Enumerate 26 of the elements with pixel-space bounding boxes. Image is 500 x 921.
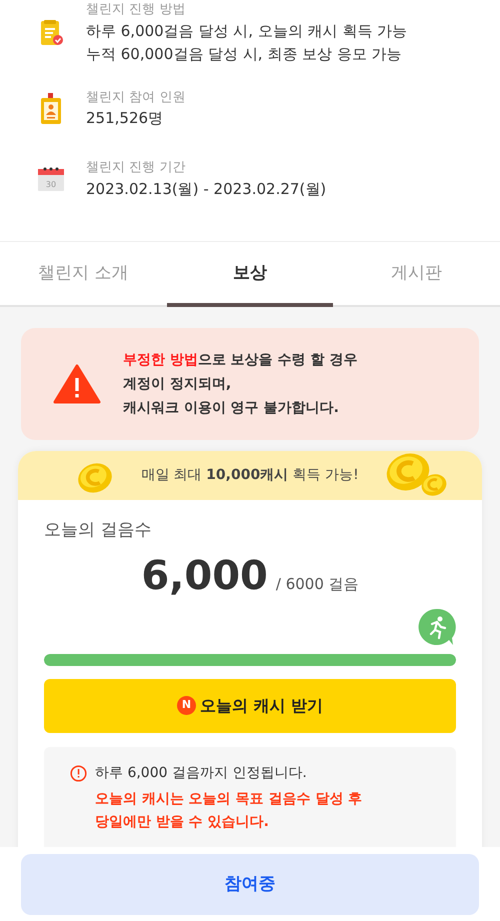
- warning-text: 부정한 방법으로 보상을 수령 할 경우 계정이 정지되며, 캐시워크 이용이 영구 불가합니다.: [123, 351, 358, 418]
- info-label: 챌린지 진행 기간: [86, 159, 186, 177]
- new-badge: N: [176, 696, 196, 715]
- tab[interactable]: 보상: [166, 242, 334, 305]
- clipboard-icon: [38, 18, 64, 47]
- info-value: 하루 6,000걸음 달성 시, 오늘의 캐시 획득 가능: [86, 20, 408, 42]
- steps-label: 오늘의 걸음수: [44, 519, 152, 542]
- notice-text: 하루 6,000 걸음까지 인정됩니다.: [95, 764, 307, 782]
- claim-button[interactable]: N 오늘의 캐시 받기: [44, 678, 456, 732]
- warning-icon: [53, 364, 101, 404]
- tab[interactable]: 게시판: [333, 242, 500, 305]
- info-label: 챌린지 참여 인원: [86, 88, 186, 106]
- join-button[interactable]: 참여중: [21, 854, 479, 915]
- id-badge-icon: [39, 92, 63, 125]
- info-label: 챌린지 진행 방법: [86, 1, 186, 19]
- banner-text: 매일 최대 10,000캐시 획득 가능!: [141, 466, 359, 485]
- tab[interactable]: 챌린지 소개: [0, 242, 167, 305]
- step-count: 6,000: [141, 556, 268, 596]
- info-value: 2023.02.13(월) - 2023.02.27(월): [86, 178, 326, 200]
- info-icon: [70, 764, 87, 782]
- info-value: 251,526명: [86, 108, 164, 129]
- info-value: 누적 60,000걸음 달성 시, 최종 보상 응모 가능: [86, 44, 403, 64]
- step-goal: / 6000 걸음: [276, 574, 359, 594]
- runner-icon: [418, 608, 456, 646]
- notice-highlight: 오늘의 캐시는 오늘의 목표 걸음수 달성 후 당일에만 받을 수 있습니다.: [94, 790, 364, 832]
- calendar-icon: 30: [37, 166, 65, 192]
